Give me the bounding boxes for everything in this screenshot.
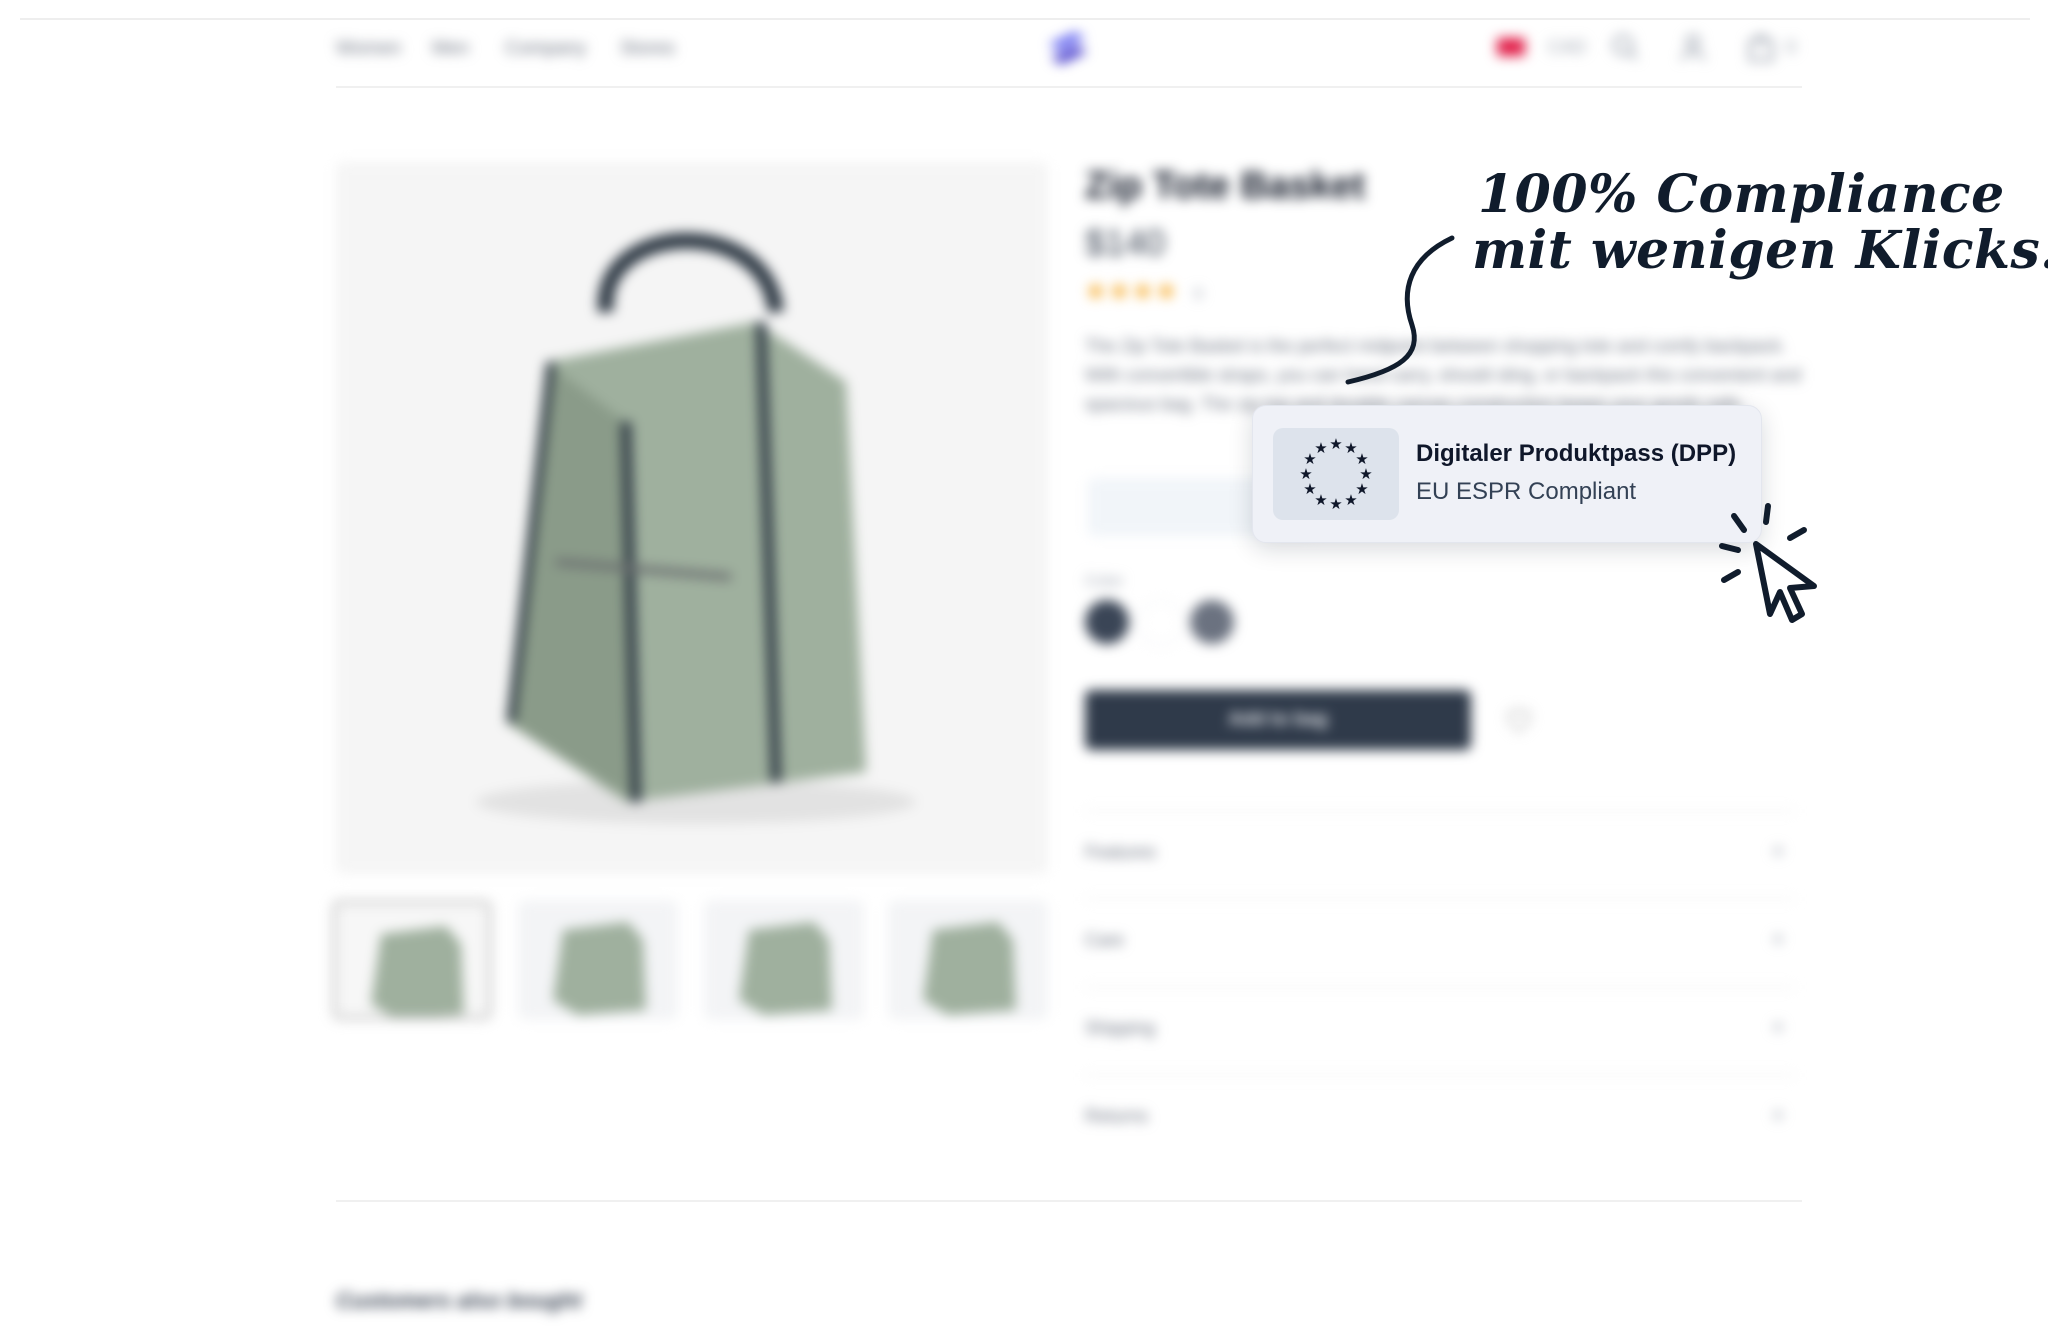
thumbnail-2[interactable] [518, 900, 678, 1020]
plus-icon: + [1770, 1102, 1785, 1129]
section-divider [336, 1200, 1802, 1202]
logo-icon[interactable] [1045, 28, 1091, 68]
color-swatch-gray[interactable] [1190, 600, 1234, 644]
plus-icon: + [1770, 838, 1785, 865]
callout-headline-line1: 100% Compliance [1478, 164, 2005, 225]
color-label: Color [1085, 573, 1124, 590]
also-bought-heading: Customers also bought [336, 1288, 582, 1313]
cart-count: 0 [1786, 37, 1797, 57]
search-icon[interactable] [1610, 32, 1640, 62]
heart-icon[interactable] [1504, 705, 1534, 735]
accordion-label: Shipping [1085, 1018, 1156, 1038]
nav-link-men[interactable]: Men [432, 38, 469, 60]
bag-icon[interactable] [1746, 32, 1776, 62]
rating-count: 9 [1193, 286, 1205, 303]
tote-bag-illustration [476, 232, 916, 824]
eu-star: ★ [1329, 435, 1342, 453]
product-title: Zip Tote Basket [1085, 165, 1366, 207]
accordion-shipping[interactable]: Shipping + [1085, 986, 1795, 1074]
eu-stars-logo: ★ ★ ★ ★ ★ ★ ★ ★ ★ ★ ★ ★ [1273, 428, 1399, 520]
color-swatch-dark[interactable] [1085, 600, 1129, 644]
plus-icon: + [1770, 926, 1785, 953]
rating-stars-icons: ★★★★ [1085, 278, 1180, 305]
add-to-bag-button[interactable]: Add to bag [1085, 690, 1471, 750]
thumbnail-1[interactable] [332, 900, 492, 1020]
rating-stars[interactable]: ★★★★ 9 [1085, 277, 1205, 306]
eu-stars-icon: ★ ★★★★★★★★★★★ [1299, 435, 1372, 513]
nav-link-stores[interactable]: Stores [620, 38, 675, 60]
product-price: $140 [1085, 222, 1166, 263]
dpp-card[interactable]: ★ ★ ★ ★ ★ ★ ★ ★ ★ ★ ★ ★ Digitaler Produktpass (DPP)… [1252, 405, 1762, 543]
currency-selector[interactable]: CAD [1548, 37, 1586, 58]
top-divider [20, 18, 2030, 20]
header-divider [336, 86, 1802, 88]
flag-icon[interactable] [1497, 38, 1525, 56]
click-cursor-icon [1719, 503, 1817, 623]
nav-link-women[interactable]: Women [336, 38, 401, 60]
dpp-card-title: Digitaler Produktpass (DPP) [1416, 440, 1737, 467]
plus-icon: + [1770, 1014, 1785, 1041]
eu-star: ★ [1314, 439, 1327, 457]
dpp-card-subtitle: EU ESPR Compliant [1416, 478, 1637, 505]
callout-headline-line2: mit wenigen Klicks! [1472, 220, 2048, 281]
accordion-returns[interactable]: Returns + [1085, 1074, 1795, 1162]
accordion-label: Returns [1085, 1106, 1149, 1126]
squiggle-arrow [1345, 235, 1455, 385]
thumbnail-4[interactable] [888, 900, 1048, 1020]
nav-link-company[interactable]: Company [505, 38, 586, 60]
eu-star: ★ [1329, 495, 1342, 513]
eu-star: ★ [1344, 491, 1357, 509]
accordion-label: Features [1085, 842, 1157, 862]
accordion-label: Care [1085, 930, 1125, 950]
thumbnail-3[interactable] [704, 900, 864, 1020]
accordion-care[interactable]: Care + [1085, 898, 1795, 986]
accordion-features[interactable]: Features + [1085, 810, 1795, 898]
account-icon[interactable] [1678, 32, 1708, 62]
product-main-image[interactable] [336, 162, 1048, 874]
color-swatch-white[interactable] [1138, 600, 1184, 646]
